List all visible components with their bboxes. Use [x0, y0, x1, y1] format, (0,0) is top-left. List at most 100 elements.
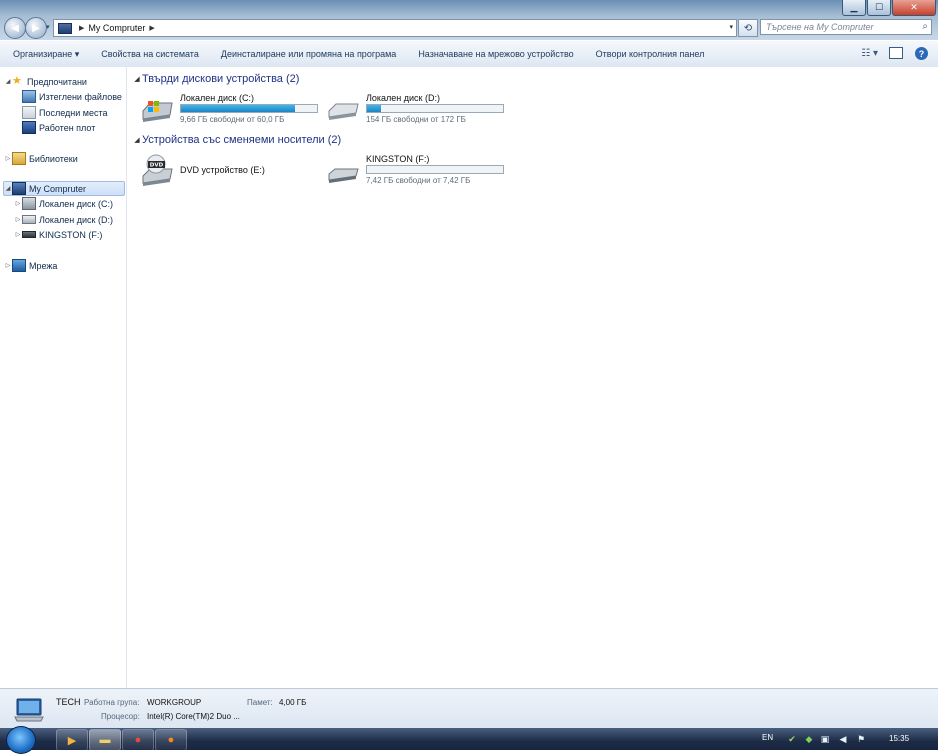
breadcrumb-computer[interactable]: My Compruter [88, 23, 145, 33]
nav-libraries-label: Библиотеки [29, 153, 78, 164]
refresh-icon: ⟲ [743, 22, 753, 34]
taskbar: ▶ ▬ ● ● EN ✔ ◆ ▣ ◀ ⚑ 15:35 [0, 726, 938, 754]
usb-drive-icon [22, 231, 36, 238]
nav-desktop[interactable]: Работен плот [22, 120, 95, 135]
map-network-drive-button[interactable]: Назначаване на мрежово устройство [418, 49, 573, 59]
flag-tray-icon[interactable]: ⚑ [856, 734, 866, 744]
desktop-icon [22, 121, 36, 134]
chrome-taskbar-button[interactable]: ● [122, 729, 154, 751]
maximize-button[interactable]: ☐ [867, 0, 891, 16]
drive-free-space-c: 9,66 ГБ свободни от 60,0 ГБ [180, 115, 285, 124]
group-title-hard-drives: Твърди дискови устройства (2) [142, 73, 300, 85]
language-indicator[interactable]: EN [762, 733, 773, 742]
nav-drive-f-label: KINGSTON (F:) [39, 229, 103, 240]
expand-arrow-icon[interactable]: ▷ [14, 200, 22, 207]
drive-tile-f[interactable]: KINGSTON (F:) 7,42 ГБ свободни от 7,42 Г… [326, 154, 506, 190]
system-properties-button[interactable]: Свойства на системата [101, 49, 199, 59]
computer-icon [14, 698, 44, 722]
downloads-folder-icon [22, 90, 36, 103]
minimize-button[interactable]: ▁ [842, 0, 866, 16]
search-icon[interactable]: ⌕ [922, 21, 928, 32]
folder-icon: ▬ [99, 734, 111, 746]
workgroup-value: WORKGROUP [147, 698, 202, 707]
nav-drive-c[interactable]: ▷ Локален диск (C:) [14, 196, 113, 211]
firefox-taskbar-button[interactable]: ● [155, 729, 187, 751]
organize-button[interactable]: Организиране ▾ [13, 49, 79, 60]
collapse-arrow-icon[interactable]: ◢ [4, 185, 12, 192]
network-icon [12, 259, 26, 272]
recent-pages-dropdown[interactable]: ▾ [46, 23, 50, 31]
computer-icon [12, 182, 26, 195]
expand-arrow-icon[interactable]: ▷ [4, 155, 12, 162]
expand-arrow-icon[interactable]: ▷ [4, 262, 12, 269]
chrome-icon: ● [134, 734, 142, 746]
nav-network[interactable]: ▷ Мрежа [4, 258, 57, 273]
explorer-taskbar-button[interactable]: ▬ [89, 729, 121, 751]
close-button[interactable]: ✕ [892, 0, 936, 16]
nav-libraries[interactable]: ▷ Библиотеки [4, 151, 78, 166]
nav-computer[interactable]: ◢ My Compruter [3, 181, 125, 196]
command-bar: Организиране ▾ Свойства на системата Деи… [0, 40, 938, 68]
nav-drive-d-label: Локален диск (D:) [39, 214, 113, 225]
drive-name-e: DVD устройство (E:) [180, 165, 265, 175]
breadcrumb-chevron-icon[interactable]: ▶ [149, 24, 154, 32]
change-view-icon[interactable]: ☷ ▾ [861, 48, 878, 59]
address-bar[interactable]: ▶ My Compruter ▶ ▾ [53, 19, 737, 37]
svg-text:DVD: DVD [150, 163, 164, 169]
drive-usage-bar-f [366, 165, 504, 174]
group-title-removable: Устройства със сменяеми носители (2) [142, 134, 342, 146]
clock[interactable]: 15:35 [889, 734, 909, 743]
nav-recent-places[interactable]: Последни места [22, 105, 108, 120]
dvd-drive-icon: DVD [142, 154, 173, 186]
search-input[interactable]: Търсене на My Compruter ⌕ [760, 19, 932, 35]
collapse-arrow-icon[interactable]: ◢ [132, 75, 142, 83]
forward-button[interactable]: ▶ [25, 17, 47, 39]
nav-drive-d[interactable]: ▷ Локален диск (D:) [14, 212, 113, 227]
drive-name-c: Локален диск (C:) [180, 93, 254, 103]
cpu-value: Intel(R) Core(TM)2 Duo ... [147, 712, 240, 721]
drive-usage-fill-c [181, 105, 296, 112]
group-header-removable[interactable]: ◢ Устройства със сменяеми носители (2) [132, 134, 341, 146]
drive-usage-bar-c [180, 104, 318, 113]
hard-drive-icon [328, 103, 359, 120]
arrow-left-icon: ◀ [11, 22, 19, 34]
security-tray-icon[interactable]: ✔ [787, 734, 797, 744]
open-control-panel-button[interactable]: Отвори контролния панел [596, 49, 705, 59]
drive-free-space-f: 7,42 ГБ свободни от 7,42 ГБ [366, 176, 471, 185]
nav-downloads-label: Изтеглени файлове [39, 91, 122, 102]
drive-tile-d[interactable]: Локален диск (D:) 154 ГБ свободни от 172… [326, 93, 506, 129]
drive-tile-e[interactable]: DVD DVD устройство (E:) [140, 154, 320, 190]
help-icon[interactable]: ? [915, 47, 928, 60]
window-controls: ▁ ☐ ✕ [842, 0, 936, 16]
nav-favorites-label: Предпочитани [27, 76, 87, 87]
update-tray-icon[interactable]: ◆ [804, 734, 814, 744]
drive-name-f: KINGSTON (F:) [366, 154, 430, 164]
preview-pane-icon[interactable] [889, 47, 903, 59]
arrow-right-icon: ▶ [32, 22, 40, 34]
refresh-button[interactable]: ⟲ [738, 19, 758, 37]
expand-arrow-icon[interactable]: ▷ [14, 231, 22, 238]
breadcrumb-chevron-icon[interactable]: ▶ [79, 24, 84, 32]
drive-name-d: Локален диск (D:) [366, 93, 440, 103]
memory-label: Памет: [247, 698, 273, 707]
collapse-arrow-icon[interactable]: ◢ [4, 78, 12, 85]
usb-drive-icon [328, 168, 359, 183]
volume-tray-icon[interactable]: ◀ [838, 734, 848, 744]
address-dropdown-icon[interactable]: ▾ [729, 20, 733, 36]
star-icon: ★ [12, 75, 22, 87]
network-tray-icon[interactable]: ▣ [820, 734, 830, 744]
uninstall-program-button[interactable]: Деинсталиране или промяна на програма [221, 49, 396, 59]
nav-favorites[interactable]: ◢ ★ Предпочитани [4, 74, 87, 89]
nav-downloads[interactable]: Изтеглени файлове [22, 89, 122, 104]
back-button[interactable]: ◀ [4, 17, 26, 39]
drive-tile-c[interactable]: Локален диск (C:) 9,66 ГБ свободни от 60… [140, 93, 320, 129]
workgroup-label: Работна група: [84, 698, 140, 707]
group-header-hard-drives[interactable]: ◢ Твърди дискови устройства (2) [132, 73, 299, 85]
window-titlebar: ▁ ☐ ✕ ◀ ▶ ▾ ▶ My Compruter ▶ ▾ ⟲ Търсене… [0, 0, 938, 40]
collapse-arrow-icon[interactable]: ◢ [132, 136, 142, 144]
nav-drive-c-label: Локален диск (C:) [39, 198, 113, 209]
nav-drive-f[interactable]: ▷ KINGSTON (F:) [14, 227, 103, 242]
search-placeholder: Търсене на My Compruter [766, 22, 874, 32]
expand-arrow-icon[interactable]: ▷ [14, 216, 22, 223]
media-player-taskbar-button[interactable]: ▶ [56, 729, 88, 751]
